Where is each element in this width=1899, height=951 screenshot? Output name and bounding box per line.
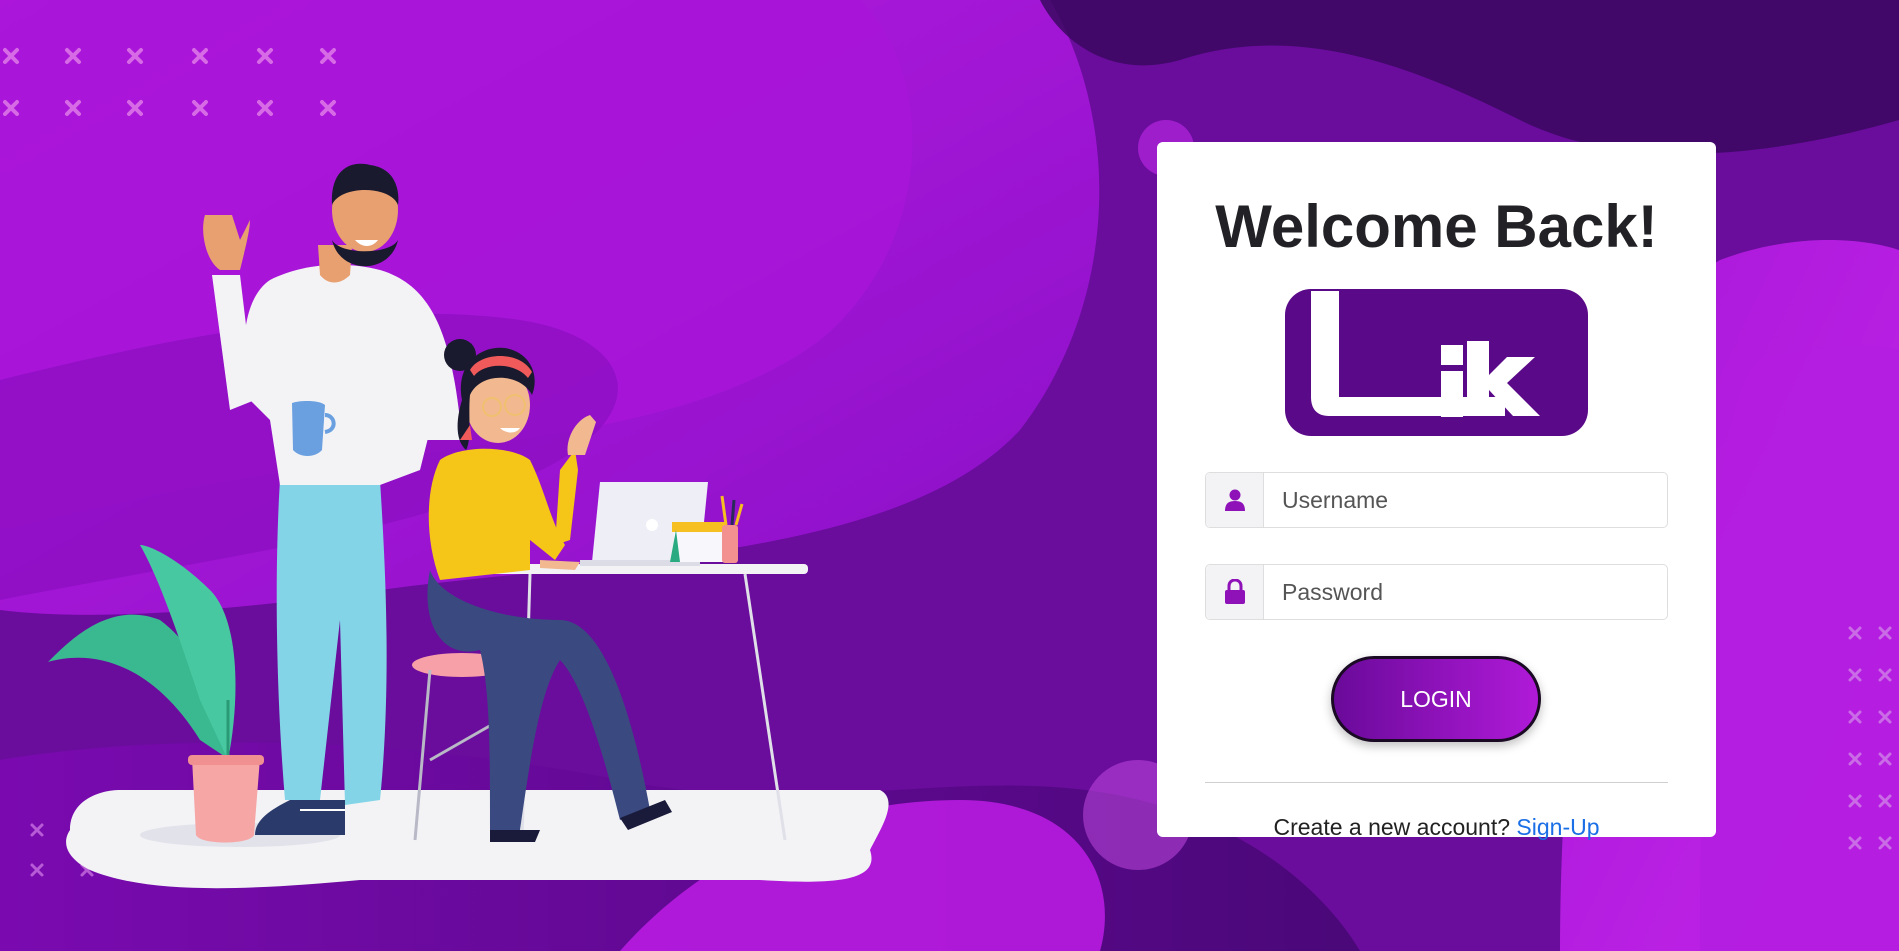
- page-background: Welcome Back! Username LOGIN Create a ne…: [0, 0, 1899, 951]
- welcome-title: Welcome Back!: [1215, 193, 1658, 260]
- password-input[interactable]: [1264, 565, 1667, 619]
- password-field: [1205, 564, 1668, 620]
- brand-logo: [1285, 289, 1588, 436]
- signup-prompt: Create a new account?: [1273, 814, 1511, 840]
- username-field: [1205, 472, 1668, 528]
- user-icon: [1206, 473, 1264, 527]
- username-input[interactable]: [1264, 473, 1667, 527]
- people-illustration: [48, 163, 889, 889]
- signup-link[interactable]: Sign-Up: [1516, 814, 1599, 840]
- login-button[interactable]: LOGIN: [1331, 656, 1541, 742]
- divider: [1205, 782, 1668, 783]
- lock-icon: [1206, 565, 1264, 619]
- login-card: Welcome Back! Username LOGIN Create a ne…: [1157, 142, 1716, 840]
- signup-line: Create a new account? Sign-Up: [1157, 814, 1716, 841]
